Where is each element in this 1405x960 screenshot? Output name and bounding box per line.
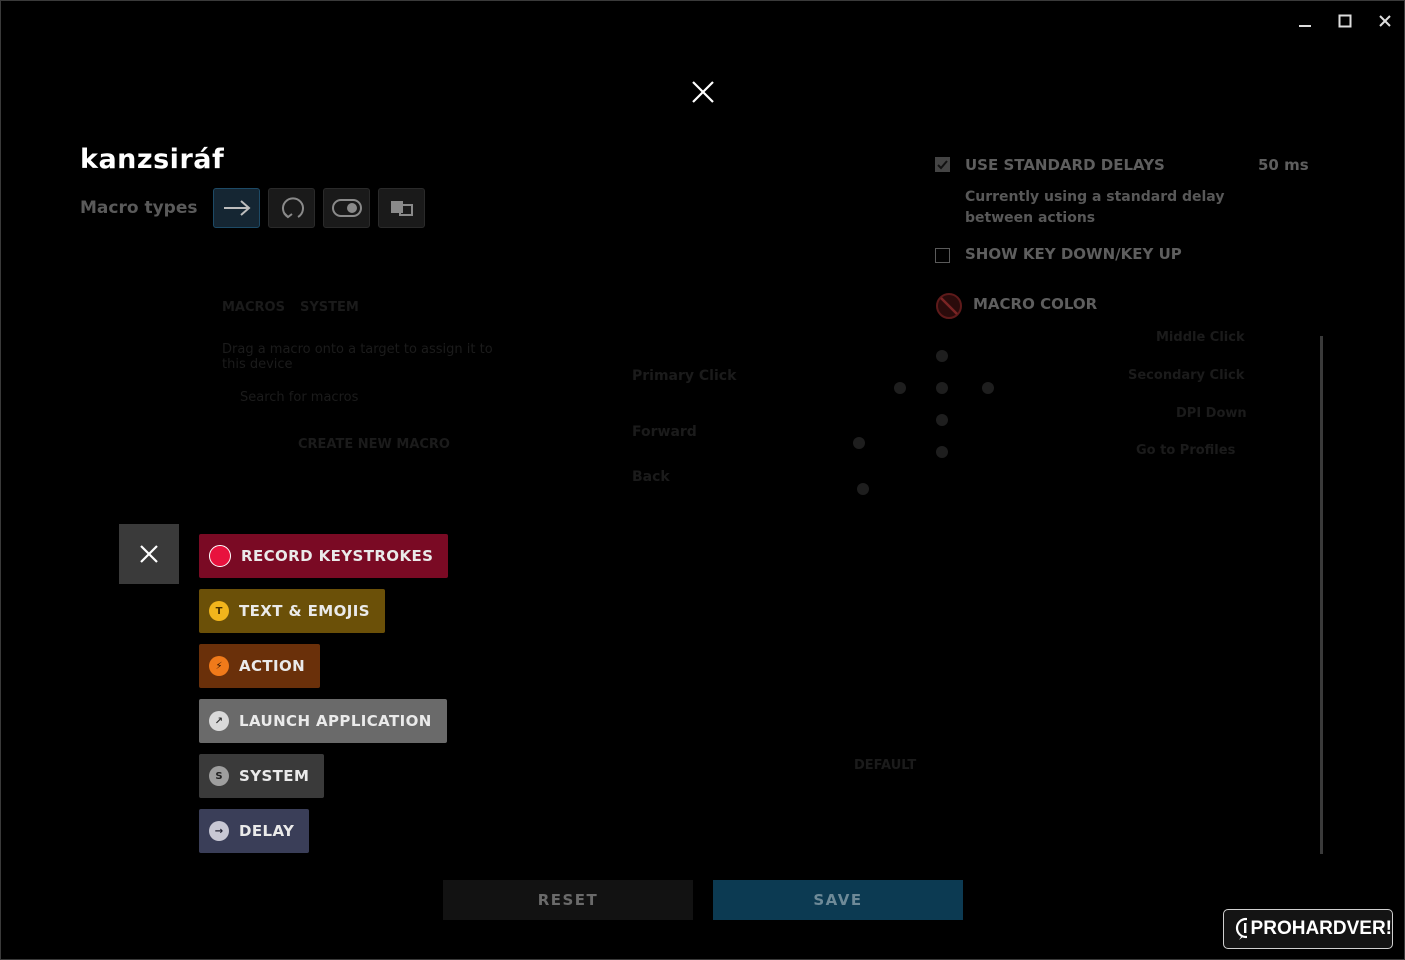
ghost-dot [857, 483, 869, 495]
ghost-default: DEFAULT [854, 758, 917, 773]
ghost-middle-click: Middle Click [1156, 330, 1245, 345]
watermark-badge: PROHARDVER! [1223, 909, 1393, 949]
show-key-label: SHOW KEY DOWN/KEY UP [965, 245, 1182, 263]
toggle-icon [331, 199, 362, 217]
action-button[interactable]: ⚡ ACTION [199, 644, 321, 688]
ghost-go-to-profiles: Go to Profiles [1136, 443, 1236, 458]
sequence-icon [390, 201, 413, 216]
window-close-icon[interactable] [1373, 10, 1397, 32]
ghost-dot [853, 437, 865, 449]
delay-icon: → [209, 821, 229, 841]
delay-label: DELAY [239, 822, 295, 840]
maximize-icon[interactable] [1333, 10, 1357, 32]
scrollbar[interactable] [1320, 336, 1323, 854]
macro-name: kanzsiráf [80, 144, 225, 175]
macro-type-repeat-button[interactable] [268, 188, 315, 228]
macro-type-toggle-button[interactable] [323, 188, 370, 228]
ghost-tab-macros: MACROS [222, 300, 285, 315]
ghost-tab-system: SYSTEM [300, 300, 359, 315]
ghost-dot [936, 382, 948, 394]
external-link-icon: ↗ [209, 711, 229, 731]
record-icon [209, 545, 231, 567]
ghost-back: Back [632, 469, 670, 485]
record-keystrokes-label: RECORD KEYSTROKES [241, 547, 434, 565]
standard-delays-value: 50 ms [1258, 156, 1309, 174]
chat-bubble-icon [1235, 917, 1247, 940]
macro-color-label: MACRO COLOR [973, 295, 1098, 313]
close-icon [140, 545, 158, 563]
record-keystrokes-button[interactable]: RECORD KEYSTROKES [199, 534, 449, 578]
no-color-icon[interactable] [935, 292, 963, 320]
add-menu-close-button[interactable] [119, 524, 179, 584]
ghost-dot [936, 350, 948, 362]
ghost-dot [936, 414, 948, 426]
text-emojis-button[interactable]: T TEXT & EMOJIS [199, 589, 385, 633]
macro-type-arrow-button[interactable] [213, 188, 260, 228]
text-emojis-label: TEXT & EMOJIS [239, 602, 370, 620]
save-button[interactable]: SAVE [713, 880, 963, 920]
reset-button[interactable]: RESET [443, 880, 693, 920]
ghost-secondary-click: Secondary Click [1128, 368, 1245, 383]
macro-types-label: Macro types [80, 198, 198, 218]
launch-application-button[interactable]: ↗ LAUNCH APPLICATION [199, 699, 447, 743]
standard-delays-description: Currently using a standard delay between… [965, 189, 1225, 226]
launch-application-label: LAUNCH APPLICATION [239, 712, 432, 730]
ghost-dot [982, 382, 994, 394]
watermark-text: PROHARDVER! [1250, 918, 1392, 939]
ghost-dot [936, 446, 948, 458]
text-icon: T [209, 601, 229, 621]
show-key-checkbox[interactable] [935, 248, 950, 263]
delay-button[interactable]: → DELAY [199, 809, 310, 853]
ghost-forward: Forward [632, 424, 697, 440]
dialog-close-icon[interactable] [689, 78, 717, 106]
macro-type-sequence-button[interactable] [378, 188, 425, 228]
standard-delays-label: USE STANDARD DELAYS [965, 156, 1165, 174]
minimize-icon[interactable] [1293, 10, 1317, 32]
ghost-primary-click: Primary Click [632, 368, 737, 384]
arrow-right-icon [223, 200, 251, 216]
ghost-hint: Drag a macro onto a target to assign it … [222, 342, 493, 372]
ghost-create-macro: CREATE NEW MACRO [298, 437, 450, 452]
system-icon: S [209, 766, 229, 786]
action-label: ACTION [239, 657, 306, 675]
ghost-dot [894, 382, 906, 394]
lightning-icon: ⚡ [209, 656, 229, 676]
system-button[interactable]: S SYSTEM [199, 754, 325, 798]
system-label: SYSTEM [239, 767, 310, 785]
repeat-icon [281, 197, 304, 219]
standard-delays-checkbox[interactable] [935, 157, 950, 172]
ghost-dpi-down: DPI Down [1176, 406, 1247, 421]
ghost-search: Search for macros [240, 390, 359, 405]
